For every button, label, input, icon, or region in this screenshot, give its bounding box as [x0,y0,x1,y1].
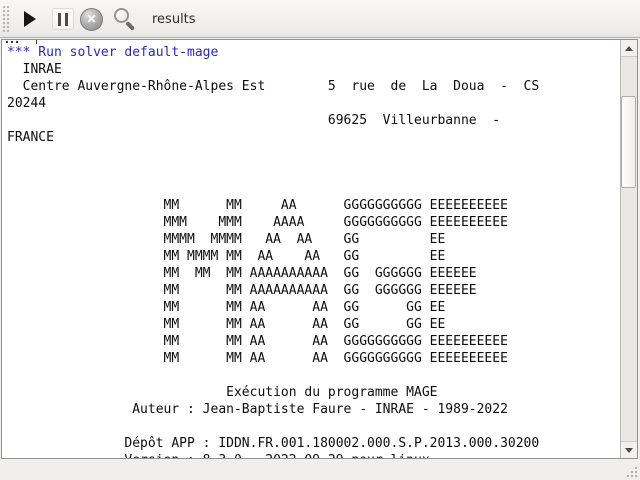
clipped-text-fragment [36,40,37,44]
console-line: MM MM AA AA GGGGGGGGGG EEEEEEEEEE [7,350,620,367]
scroll-up-button[interactable] [621,40,637,57]
arrow-down-icon [625,448,633,453]
console-line: MM MM AA AA GG GG EE [7,316,620,333]
console-line: MM MM AA AA GGGGGGGGGG EEEEEEEEEE [7,333,620,350]
arrow-up-icon [625,46,633,51]
console-viewport[interactable]: *** Run solver default-mage INRAE Centre… [2,40,620,458]
results-label: results [152,12,196,27]
console-line: MMMM MMMM AA AA GG EE [7,231,620,248]
stop-icon: ✕ [80,8,103,31]
console-line: MMM MMM AAAA GGGGGGGGGG EEEEEEEEEE [7,214,620,231]
clipped-text-fragment [6,41,8,43]
search-button[interactable] [112,6,138,32]
scrollbar-thumb[interactable] [621,96,636,188]
console-line: Auteur : Jean-Baptiste Faure - INRAE - 1… [7,401,620,418]
toolbar-drag-handle[interactable] [3,6,10,32]
scrollbar-track[interactable] [621,56,637,442]
console-line: MM MM AA GGGGGGGGGG EEEEEEEEEE [7,197,620,214]
console-line [7,418,620,435]
stop-button[interactable]: ✕ [80,7,104,31]
console-line: Exécution du programme MAGE [7,384,620,401]
run-button[interactable] [24,10,40,28]
console-line: INRAE [7,61,620,78]
resize-grip-icon[interactable] [625,465,637,477]
console-line: Version : 8.3.0 - 2022-09-29 pour linux [7,452,620,458]
console-output[interactable]: *** Run solver default-mage INRAE Centre… [1,39,638,459]
play-icon [24,11,36,27]
console-line: Centre Auvergne-Rhône-Alpes Est 5 rue de… [7,78,620,95]
console-line: FRANCE [7,129,620,146]
app-window: ✕ results *** Run solver default-mage IN… [0,0,640,480]
console-line: MM MM AAAAAAAAAA GG GGGGGG EEEEEE [7,282,620,299]
console-line: Dépôt APP : IDDN.FR.001.180002.000.S.P.2… [7,435,620,452]
search-icon [114,8,129,23]
console-line: MM MM MM AAAAAAAAAA GG GGGGGG EEEEEE [7,265,620,282]
console-line: MM MMMM MM AA AA GG EE [7,248,620,265]
console-line [7,146,620,163]
console-line [7,180,620,197]
console-line: MM MM AA AA GG GG EE [7,299,620,316]
clipped-text-fragment [16,41,18,43]
clipped-text-fragment [11,41,13,43]
console-line [7,367,620,384]
console-line: *** Run solver default-mage [7,44,620,61]
console-text: *** Run solver default-mage INRAE Centre… [2,40,620,458]
console-line: 69625 Villeurbanne - [7,112,620,129]
toolbar: ✕ results [0,0,640,38]
console-line: 20244 [7,95,620,112]
scroll-down-button[interactable] [621,441,637,458]
console-line [7,163,620,180]
bottom-strip [0,459,640,480]
pause-icon [58,13,68,26]
vertical-scrollbar[interactable] [620,40,637,458]
pause-button[interactable] [52,8,74,30]
